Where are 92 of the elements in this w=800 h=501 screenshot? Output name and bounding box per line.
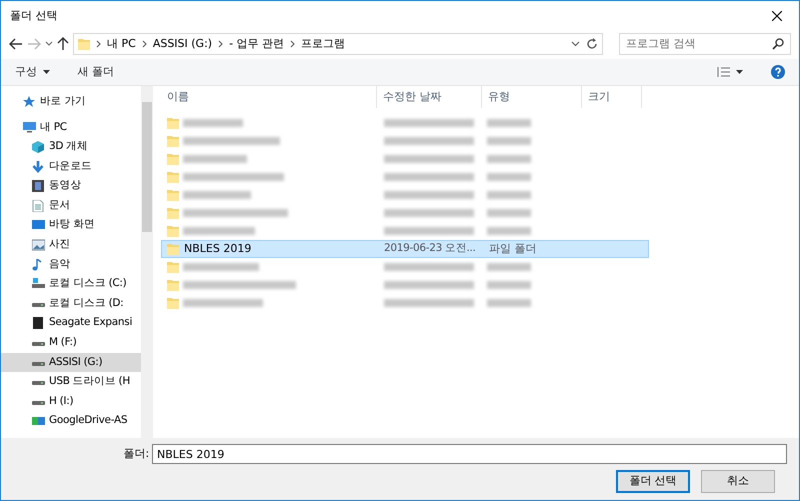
help-icon[interactable]: [771, 65, 785, 79]
sidebar-item[interactable]: 바로 가기: [1, 92, 141, 112]
blurred-text: [183, 119, 243, 127]
folder-icon: [167, 135, 179, 147]
sidebar-item[interactable]: USB 드라이브 (H: [1, 372, 141, 392]
folder-icon: [167, 207, 179, 219]
folder-icon: [167, 117, 179, 129]
sidebar-item[interactable]: GoogleDrive-AS: [1, 412, 141, 432]
folder-icon: [167, 153, 179, 165]
search-icon: [772, 38, 784, 50]
sidebar-item[interactable]: 사진: [1, 235, 141, 255]
dialog-button[interactable]: 취소: [701, 470, 775, 492]
blurred-text: [487, 137, 531, 145]
sidebar-item[interactable]: ASSISI (G:): [1, 352, 141, 372]
monitor-icon: [32, 219, 45, 232]
column-header[interactable]: 유형: [482, 86, 582, 108]
dropdown-chevron-icon[interactable]: [45, 41, 53, 47]
blurred-text: [183, 191, 251, 199]
folder-icon: [167, 261, 179, 273]
film-icon: [32, 180, 45, 192]
scrollbar[interactable]: [141, 86, 153, 438]
column-header[interactable]: 크기: [582, 86, 642, 108]
sidebar-item[interactable]: 음악: [1, 254, 141, 274]
breadcrumb-item[interactable]: - 업무 관련: [229, 36, 284, 52]
down-arrow-icon: [32, 160, 45, 173]
cube-icon: [32, 140, 45, 153]
blurred-text: [487, 119, 531, 127]
computer-icon: [23, 121, 36, 134]
blurred-text: [487, 191, 531, 199]
blurred-text: [487, 155, 531, 163]
sidebar-item[interactable]: H (I:): [1, 392, 141, 412]
sidebar-item[interactable]: 동영상: [1, 176, 141, 196]
field-label: 폴더:: [124, 446, 150, 462]
folder-icon: [167, 171, 179, 183]
breadcrumb-item[interactable]: 내 PC: [107, 36, 136, 52]
blurred-text: [487, 281, 531, 289]
sidebar-item[interactable]: 내 PC: [1, 118, 141, 138]
blurred-text: [487, 209, 531, 217]
sidebar-item[interactable]: 바탕 화면: [1, 216, 141, 236]
list-view-icon: [716, 66, 730, 78]
search-box[interactable]: 프로그램 검색: [619, 33, 791, 55]
table-cell-text: 파일 폴더: [488, 240, 536, 257]
breadcrumb-item[interactable]: 프로그램: [301, 36, 346, 52]
organize-button[interactable]: 구성: [15, 64, 50, 80]
dropdown-chevron-icon[interactable]: [571, 41, 580, 47]
star-icon: [23, 96, 36, 108]
drive-icon: [32, 415, 45, 428]
back-arrow-icon[interactable]: [9, 38, 23, 50]
folder-icon: [167, 279, 179, 291]
breadcrumb-item[interactable]: ASSISI (G:): [152, 36, 212, 52]
refresh-icon[interactable]: [586, 38, 598, 50]
sidebar-item[interactable]: 로컬 디스크 (C:): [1, 274, 141, 294]
address-bar[interactable]: 내 PC ASSISI (G:) - 업무 관련 프로그램: [73, 33, 603, 55]
blurred-text: [183, 227, 255, 235]
sidebar-item[interactable]: M (F:): [1, 333, 141, 353]
chevron-icon: [96, 40, 101, 48]
folder-icon: [167, 189, 179, 201]
chevron-icon: [290, 40, 296, 48]
sidebar-item[interactable]: Seagate Expansi: [1, 314, 141, 334]
sidebar-item[interactable]: 3D 개체: [1, 137, 141, 157]
picture-icon: [32, 238, 45, 251]
blurred-text: [487, 299, 531, 307]
column-header[interactable]: 수정한 날짜: [377, 86, 482, 108]
folder-icon: [167, 243, 179, 255]
caret-icon: [736, 70, 743, 74]
sidebar-item[interactable]: 로컬 디스크 (D:: [1, 294, 141, 314]
close-icon: [772, 11, 782, 21]
sidebar-item[interactable]: 다운로드: [1, 156, 141, 176]
blurred-text: [487, 173, 531, 181]
external-drive-icon: [32, 317, 45, 330]
table-cell-text: 2019-06-23 오전...: [383, 241, 477, 256]
file-row[interactable]: NBLES 2019 2019-06-23 오전... 파일 폴더: [161, 240, 649, 258]
sidebar-item[interactable]: 문서: [1, 196, 141, 216]
blurred-text: [487, 263, 531, 271]
document-icon: [32, 200, 45, 212]
blurred-text: [183, 155, 247, 163]
caret-icon: [42, 70, 50, 74]
view-options-button[interactable]: [716, 66, 743, 78]
folder-icon: [78, 38, 90, 50]
table-cell-text: NBLES 2019: [184, 240, 252, 257]
new-folder-button[interactable]: 새 폴더: [78, 64, 114, 80]
drive-icon: [32, 278, 45, 290]
up-arrow-icon[interactable]: [57, 37, 69, 51]
folder-icon: [167, 297, 179, 309]
column-header[interactable]: 이름: [161, 86, 377, 108]
chevron-icon: [218, 40, 224, 48]
dialog-button[interactable]: 폴더 선택: [616, 470, 690, 492]
folder-name-field[interactable]: NBLES 2019: [152, 444, 787, 464]
chevron-icon: [142, 40, 147, 48]
folder-icon: [167, 225, 179, 237]
window-title: 폴더 선택: [10, 8, 58, 24]
blurred-text: [487, 227, 531, 235]
